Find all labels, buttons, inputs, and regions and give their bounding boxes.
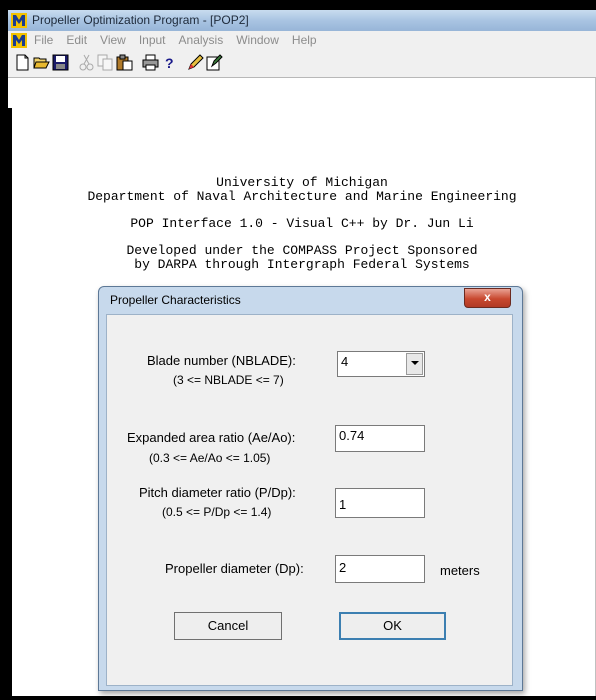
doc-line-darpa: by DARPA through Intergraph Federal Syst… (134, 257, 470, 272)
blade-number-select[interactable]: 4 (337, 351, 425, 377)
menu-file[interactable]: File (34, 33, 53, 47)
toolbar: ? (8, 50, 596, 78)
close-icon: x (484, 290, 491, 304)
svg-text:?: ? (165, 55, 174, 71)
new-icon[interactable] (14, 54, 31, 71)
print-icon[interactable] (142, 54, 159, 71)
help-icon[interactable]: ? (161, 54, 178, 71)
pitch-ratio-value: 1 (339, 497, 347, 512)
pitch-ratio-input[interactable]: 1 (335, 488, 425, 518)
pitch-ratio-range: (0.5 <= P/Dp <= 1.4) (162, 505, 272, 519)
ok-button[interactable]: OK (339, 612, 446, 640)
document-content: University of Michigan Department of Nav… (8, 176, 596, 272)
area-ratio-value: 0.74 (339, 428, 365, 443)
pitch-ratio-label: Pitch diameter ratio (P/Dp): (139, 485, 296, 500)
doc-line-department: Department of Naval Architecture and Mar… (87, 189, 517, 204)
diameter-unit: meters (440, 563, 480, 578)
paste-icon[interactable] (116, 54, 133, 71)
cancel-label: Cancel (207, 618, 249, 633)
menu-view[interactable]: View (100, 33, 126, 47)
area-ratio-label: Expanded area ratio (Ae/Ao): (127, 430, 296, 445)
app-logo-icon (11, 13, 27, 28)
menu-input[interactable]: Input (139, 33, 166, 47)
document-logo-icon[interactable] (11, 33, 27, 48)
doc-line-university: University of Michigan (216, 175, 388, 190)
title-bar[interactable]: Propeller Optimization Program - [POP2] (8, 10, 596, 31)
area-ratio-input[interactable]: 0.74 (335, 425, 425, 452)
dialog-body: Blade number (NBLADE): (3 <= NBLADE <= 7… (106, 314, 513, 686)
doc-line-developed: Developed under the COMPASS Project Spon… (126, 243, 478, 258)
diameter-value: 2 (339, 560, 347, 575)
diameter-input[interactable]: 2 (335, 555, 425, 583)
blade-number-label: Blade number (NBLADE): (147, 353, 296, 368)
chevron-down-icon (411, 361, 419, 365)
menu-edit[interactable]: Edit (66, 33, 87, 47)
diameter-label: Propeller diameter (Dp): (165, 561, 304, 576)
dialog-title: Propeller Characteristics (110, 293, 241, 307)
doc-line-interface: POP Interface 1.0 - Visual C++ by Dr. Ju… (130, 216, 474, 231)
blade-number-dropdown-button[interactable] (406, 353, 423, 375)
copy-icon[interactable] (97, 54, 114, 71)
ok-label: OK (383, 618, 402, 633)
save-icon[interactable] (52, 54, 69, 71)
menu-bar: File Edit View Input Analysis Window Hel… (8, 31, 596, 51)
area-ratio-range: (0.3 <= Ae/Ao <= 1.05) (149, 451, 271, 465)
menu-analysis[interactable]: Analysis (179, 33, 224, 47)
menu-help[interactable]: Help (292, 33, 317, 47)
notes-icon[interactable] (206, 54, 223, 71)
close-button[interactable]: x (464, 288, 511, 308)
menu-window[interactable]: Window (236, 33, 279, 47)
cancel-button[interactable]: Cancel (174, 612, 282, 640)
blade-number-value: 4 (341, 354, 349, 369)
window-title: Propeller Optimization Program - [POP2] (32, 13, 249, 27)
propeller-characteristics-dialog: Propeller Characteristics x Blade number… (98, 286, 523, 691)
screen-edge (8, 108, 12, 700)
blade-number-range: (3 <= NBLADE <= 7) (173, 373, 284, 387)
edit-icon[interactable] (187, 54, 204, 71)
open-icon[interactable] (33, 54, 50, 71)
cut-icon[interactable] (78, 54, 95, 71)
